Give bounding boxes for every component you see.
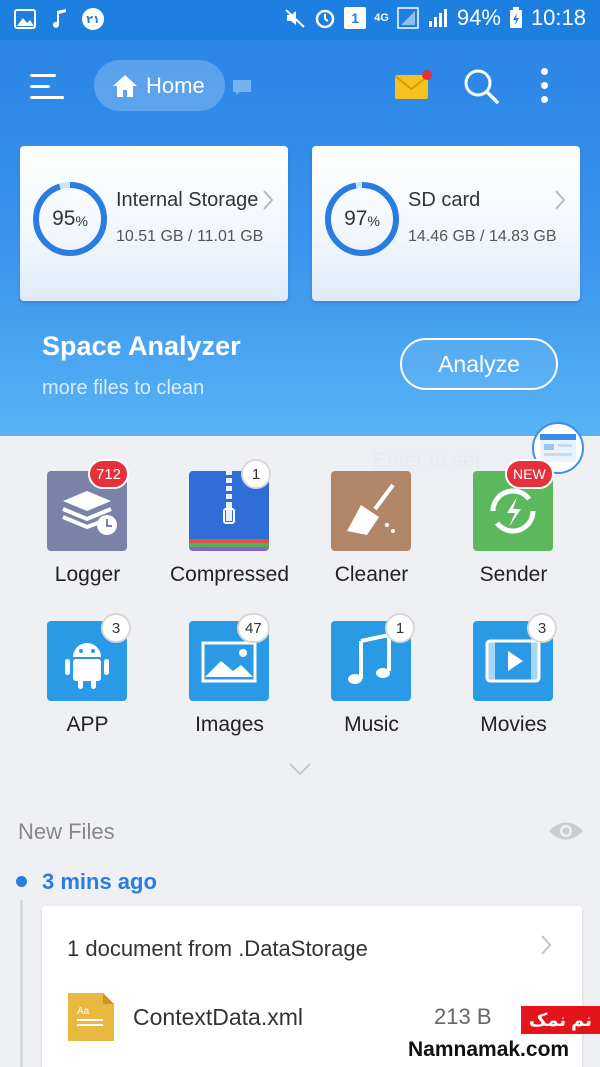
mute-icon xyxy=(285,9,305,28)
category-movies[interactable]: 3 Movies xyxy=(441,613,581,761)
more-options-icon[interactable] xyxy=(536,68,552,104)
space-analyzer-subtitle: more files to clean xyxy=(42,377,205,399)
status-bar: ۲۱ 1 4G 94% 10:18 xyxy=(0,0,600,40)
category-label: Music xyxy=(344,713,399,736)
home-tab[interactable]: Home xyxy=(94,60,225,111)
file-name: ContextData.xml xyxy=(133,1004,304,1030)
count-badge: 1 xyxy=(385,613,415,643)
search-icon[interactable] xyxy=(463,68,499,104)
battery-icon xyxy=(509,7,522,28)
home-icon xyxy=(113,74,137,97)
usage-percent: 97% xyxy=(344,207,380,230)
category-compressed[interactable]: 1 Compressed xyxy=(157,459,297,611)
category-label: Cleaner xyxy=(334,563,409,586)
timeline-line xyxy=(20,900,23,1067)
category-label: Sender xyxy=(479,563,548,586)
header-area: Home 95% Internal Storage 10.51 GB / 11.… xyxy=(0,40,600,436)
notification-badge: ۲۱ xyxy=(82,8,104,30)
document-icon-text: Aa xyxy=(77,1006,90,1017)
sim-slot-icon: 1 xyxy=(344,7,367,29)
broom-icon xyxy=(331,471,411,551)
count-badge: 47 xyxy=(237,613,270,643)
battery-percent: 94% xyxy=(456,5,501,30)
watermark-site: Namnamak.com xyxy=(408,1038,570,1061)
music-note-icon xyxy=(53,9,66,28)
count-badge: 3 xyxy=(527,613,557,643)
gallery-icon xyxy=(14,9,36,29)
alarm-icon xyxy=(315,9,335,29)
space-analyzer-title: Space Analyzer xyxy=(42,331,241,361)
category-label: Images xyxy=(195,713,264,736)
signal-icon xyxy=(397,7,419,29)
category-images[interactable]: 47 Images xyxy=(157,613,297,761)
time-label: 3 mins ago xyxy=(42,869,157,894)
count-badge: 712 xyxy=(88,459,130,489)
storage-size: 10.51 GB / 11.01 GB xyxy=(116,228,264,245)
window-flag-icon[interactable] xyxy=(232,78,252,96)
network-type: 4G xyxy=(374,12,389,24)
storage-name: Internal Storage xyxy=(116,189,259,211)
count-badge: 1 xyxy=(241,459,271,489)
category-cleaner[interactable]: Cleaner xyxy=(299,471,439,611)
category-label: Logger xyxy=(54,563,121,586)
analyze-button[interactable]: Analyze xyxy=(400,338,558,390)
mail-icon[interactable] xyxy=(394,70,434,102)
storage-name: SD card xyxy=(408,189,481,211)
chevron-right-icon xyxy=(541,935,552,955)
category-label: Movies xyxy=(480,713,547,736)
new-files-title: New Files xyxy=(18,819,115,844)
chevron-right-icon xyxy=(555,190,566,210)
category-label: APP xyxy=(66,713,109,736)
storage-card-sd[interactable]: 97% SD card 14.46 GB / 14.83 GB xyxy=(312,146,580,301)
document-icon: Aa xyxy=(68,993,114,1041)
category-music[interactable]: 1 Music xyxy=(299,613,439,761)
storage-card-internal[interactable]: 95% Internal Storage 10.51 GB / 11.01 GB xyxy=(20,146,288,301)
home-label: Home xyxy=(146,72,205,98)
file-group-title: 1 document from .DataStorage xyxy=(67,936,368,961)
new-badge: NEW xyxy=(505,459,554,489)
category-logger[interactable]: 712 Logger xyxy=(15,459,155,611)
timeline-dot xyxy=(16,876,27,887)
storage-size: 14.46 GB / 14.83 GB xyxy=(408,228,557,245)
category-sender[interactable]: NEW Sender xyxy=(441,459,581,611)
count-badge: 3 xyxy=(101,613,131,643)
category-app[interactable]: 3 APP xyxy=(15,613,155,761)
category-label: Compressed xyxy=(169,563,290,586)
usage-percent: 95% xyxy=(52,207,88,230)
menu-button[interactable] xyxy=(28,70,64,102)
chevron-down-icon[interactable] xyxy=(288,762,312,776)
file-size: 213 B xyxy=(434,1004,492,1029)
clock: 10:18 xyxy=(530,5,586,30)
watermark-badge: نم نمک xyxy=(521,1006,600,1034)
chevron-right-icon xyxy=(263,190,274,210)
signal-bars-icon xyxy=(428,9,447,27)
eye-icon[interactable] xyxy=(548,818,584,844)
